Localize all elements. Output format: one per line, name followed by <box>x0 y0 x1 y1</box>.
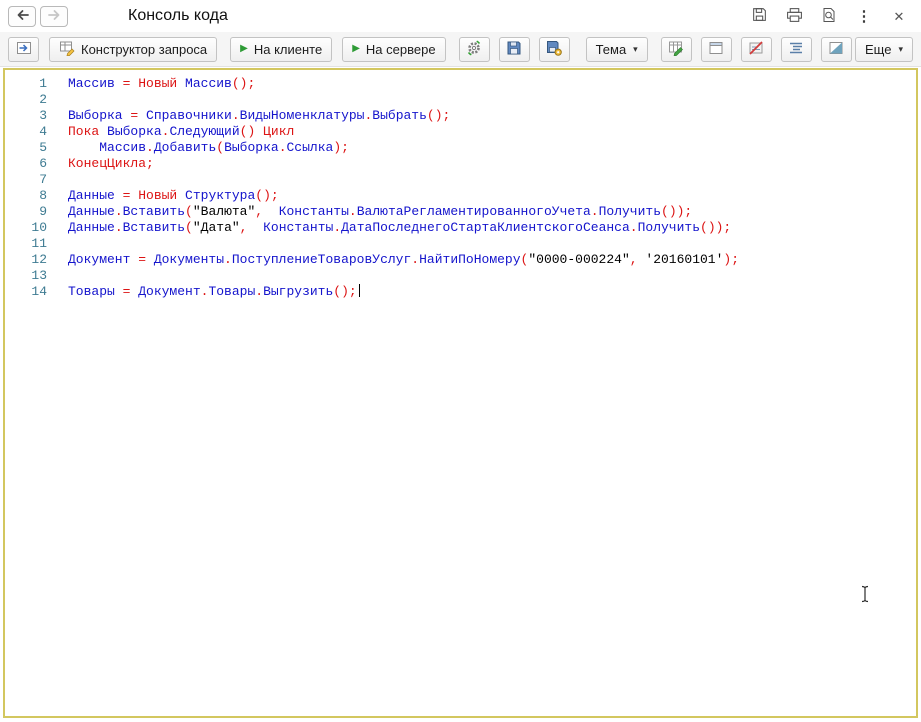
arrow-right-icon <box>47 9 62 24</box>
code-line[interactable]: 3 Выборка = Справочники.ВидыНоменклатуры.… <box>5 108 916 124</box>
query-builder-label: Конструктор запроса <box>81 41 208 57</box>
titlebar: Консоль кода ⋮ ✕ <box>0 0 921 32</box>
code-line-text: Данные = Новый Структура(); <box>68 188 279 203</box>
floppy-gear-icon <box>546 40 562 59</box>
line-number: 8 <box>39 188 47 203</box>
chevron-down-icon: ▾ <box>633 43 638 54</box>
floppy-blue-icon <box>506 40 522 59</box>
run-on-server-label: На сервере <box>365 41 436 57</box>
arrow-left-icon <box>15 9 30 24</box>
window-panel-button[interactable] <box>700 36 732 62</box>
code-line-text: Пока Выборка.Следующий() Цикл <box>68 124 295 139</box>
more-label: Еще <box>865 41 892 57</box>
magnifier-page-icon <box>821 7 837 26</box>
code-line-text: Данные.Вставить("Дата", Константы.ДатаПо… <box>68 220 732 235</box>
line-number: 4 <box>39 124 47 139</box>
theme-dropdown[interactable]: Тема ▾ <box>585 36 648 62</box>
query-builder-button[interactable]: Конструктор запроса <box>49 36 218 62</box>
kebab-menu-button[interactable]: ⋮ <box>854 6 874 26</box>
text-caret <box>358 284 360 297</box>
theme-label: Тема <box>595 41 627 57</box>
line-number: 2 <box>39 92 47 107</box>
code-line[interactable]: 14 Товары = Документ.Товары.Выгрузить(); <box>5 284 916 300</box>
play-icon: ▶ <box>240 43 248 54</box>
run-on-client-button[interactable]: ▶ На клиенте <box>230 36 333 62</box>
window-panel-icon <box>708 40 724 59</box>
code-line[interactable]: 11 <box>5 236 916 252</box>
code-editor[interactable]: 1 Массив = Новый Массив(); 2 3 Выборка = Спр… <box>3 68 918 718</box>
code-line[interactable]: 9 Данные.Вставить("Валюта", Константы.Вал… <box>5 204 916 220</box>
page-title: Консоль кода <box>128 7 228 24</box>
preview-button[interactable] <box>819 6 839 26</box>
gear-refresh-icon <box>466 40 482 59</box>
edit-table-button[interactable] <box>660 36 692 62</box>
toolbar: Конструктор запроса ▶ На клиенте ▶ На се… <box>0 32 921 67</box>
code-line[interactable]: 8 Данные = Новый Структура(); <box>5 188 916 204</box>
code-line[interactable]: 12 Документ = Документы.ПоступлениеТоваро… <box>5 252 916 268</box>
align-lines-icon <box>788 40 804 59</box>
code-line-text: Массив.Добавить(Выборка.Ссылка); <box>99 140 349 155</box>
code-lines: 1 Массив = Новый Массив(); 2 3 Выборка = Спр… <box>5 76 916 300</box>
more-dropdown[interactable]: Еще ▾ <box>855 36 913 62</box>
code-line[interactable]: 7 <box>5 172 916 188</box>
run-on-server-button[interactable]: ▶ На сервере <box>342 36 446 62</box>
red-slash-icon <box>748 40 764 59</box>
table-pencil-icon <box>668 40 684 59</box>
code-line[interactable]: 5 Массив.Добавить(Выборка.Ссылка); <box>5 140 916 156</box>
code-line-text: Массив = Новый Массив(); <box>68 76 256 91</box>
titlebar-actions: ⋮ ✕ <box>749 6 909 26</box>
query-builder-icon <box>59 40 75 59</box>
window-arrow-icon <box>16 40 32 59</box>
settings-gear-button[interactable] <box>458 36 490 62</box>
code-line[interactable]: 1 Массив = Новый Массив(); <box>5 76 916 92</box>
line-number: 13 <box>31 268 47 283</box>
floppy-icon <box>751 6 768 26</box>
code-console-window: Консоль кода ⋮ ✕ Конструктор запроса ▶ Н… <box>0 0 921 722</box>
run-on-client-label: На клиенте <box>253 41 323 57</box>
line-number: 5 <box>39 140 47 155</box>
code-line[interactable]: 6 КонецЦикла; <box>5 156 916 172</box>
save-code-button[interactable] <box>498 36 530 62</box>
code-window-button[interactable] <box>8 36 39 62</box>
code-line-text: Документ = Документы.ПоступлениеТоваровУ… <box>68 252 740 267</box>
line-number: 7 <box>39 172 47 187</box>
close-icon: ✕ <box>893 8 905 24</box>
disable-measure-button[interactable] <box>740 36 772 62</box>
line-number: 12 <box>31 252 47 267</box>
code-line-text: Выборка = Справочники.ВидыНоменклатуры.В… <box>68 108 451 123</box>
play-icon: ▶ <box>352 43 360 54</box>
printer-icon <box>786 7 803 26</box>
print-button[interactable] <box>784 6 804 26</box>
code-line-text: КонецЦикла; <box>68 156 154 171</box>
format-text-button[interactable] <box>780 36 812 62</box>
code-line[interactable]: 10 Данные.Вставить("Дата", Константы.Дата… <box>5 220 916 236</box>
save-button[interactable] <box>749 6 769 26</box>
kebab-icon: ⋮ <box>856 7 872 25</box>
split-view-button[interactable] <box>820 36 852 62</box>
code-line[interactable]: 13 <box>5 268 916 284</box>
nav-back-button[interactable] <box>8 5 36 27</box>
code-line[interactable]: 4 Пока Выборка.Следующий() Цикл <box>5 124 916 140</box>
save-settings-button[interactable] <box>538 36 570 62</box>
line-number: 6 <box>39 156 47 171</box>
code-line-text: Товары = Документ.Товары.Выгрузить(); <box>47 284 360 300</box>
line-number: 11 <box>31 236 47 251</box>
split-icon <box>828 40 844 59</box>
line-number: 3 <box>39 108 47 123</box>
line-number: 10 <box>31 220 47 235</box>
close-button[interactable]: ✕ <box>889 6 909 26</box>
line-number: 1 <box>39 76 47 91</box>
chevron-down-icon: ▾ <box>898 43 903 54</box>
line-number: 9 <box>39 204 47 219</box>
line-number: 14 <box>31 284 47 299</box>
code-line[interactable]: 2 <box>5 92 916 108</box>
code-line-text: Данные.Вставить("Валюта", Константы.Валю… <box>68 204 693 219</box>
nav-forward-button[interactable] <box>40 5 68 27</box>
